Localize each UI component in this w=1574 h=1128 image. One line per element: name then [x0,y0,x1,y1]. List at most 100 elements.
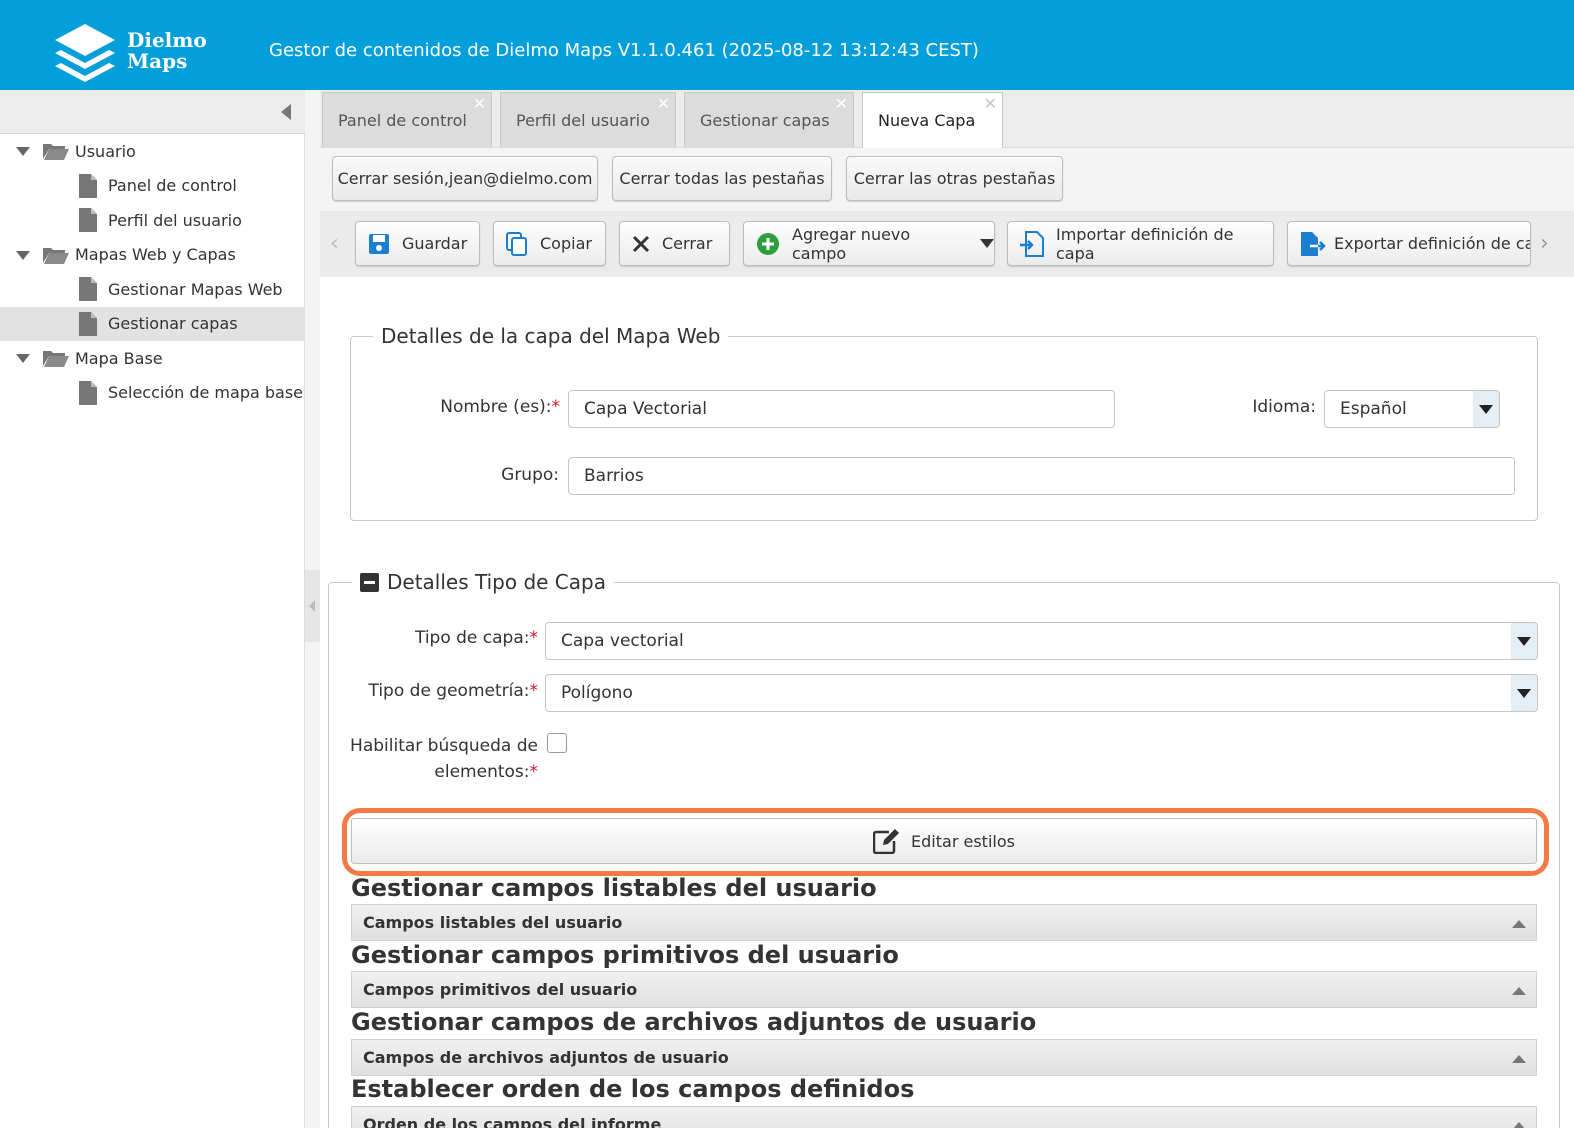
language-label: Idioma: [1252,397,1316,417]
tree-item-label: Perfil del usuario [108,210,242,230]
expand-arrow-icon[interactable] [16,354,30,363]
import-label: Importar definición de capa [1056,224,1234,263]
tree-item-label: Gestionar Mapas Web [108,279,283,299]
tab-label: Gestionar capas [700,111,830,130]
collapse-up-icon[interactable] [1512,1055,1526,1063]
section-title-attachment-fields: Gestionar campos de archivos adjuntos de… [351,1008,1037,1036]
folder-open-icon [43,247,69,264]
close-icon[interactable]: ✕ [657,96,670,112]
required-mark: * [551,397,561,417]
geometry-type-select[interactable]: Polígono [545,674,1512,712]
export-label: Exportar definición de capa [1334,234,1530,253]
tab-panel-de-control[interactable]: Panel de control ✕ [322,92,492,148]
enable-search-label: Habilitar búsqueda de elementos:* [340,733,538,785]
tree-folder-mapa-base[interactable]: Mapa Base [0,341,305,376]
name-label: Nombre (es):* [380,397,560,417]
grid-header-primitive-fields[interactable]: Campos primitivos del usuario [351,971,1537,1008]
tree-item-gestionar-capas[interactable]: Gestionar capas [0,306,305,341]
save-label: Guardar [402,234,468,253]
file-icon [79,208,97,232]
edit-styles-label: Editar estilos [911,831,1015,851]
save-icon [368,233,390,255]
copy-button[interactable]: Copiar [493,221,606,266]
tree-folder-mapas-web-y-capas[interactable]: Mapas Web y Capas [0,238,305,273]
enable-search-label-line1: Habilitar búsqueda de [350,736,538,756]
layer-type-dropdown-arrow-icon[interactable] [1511,622,1538,660]
grid-title: Campos listables del usuario [363,913,623,932]
geometry-type-label-text: Tipo de geometría: [368,681,530,701]
tree-folder-label: Usuario [75,141,136,161]
geometry-type-label: Tipo de geometría:* [340,681,538,701]
grid-header-listable-fields[interactable]: Campos listables del usuario [351,904,1537,941]
close-other-tabs-button[interactable]: Cerrar las otras pestañas [846,156,1063,201]
add-new-field-button[interactable]: Agregar nuevo campo [743,221,995,266]
tree-item-gestionar-mapas-web[interactable]: Gestionar Mapas Web [0,272,305,307]
section-title-listable-fields: Gestionar campos listables del usuario [351,874,877,902]
navigation-tree: Usuario Panel de control Perfil del usua… [0,134,305,410]
collapse-up-icon[interactable] [1512,920,1526,928]
enable-search-checkbox[interactable] [547,733,567,753]
collapse-up-icon[interactable] [1512,987,1526,995]
export-layer-definition-button[interactable]: Exportar definición de capa [1287,221,1531,266]
group-input[interactable]: Barrios [568,457,1515,495]
layer-type-legend: Detalles Tipo de Capa [352,570,614,594]
close-x-icon [632,235,650,253]
grid-header-field-order[interactable]: Orden de los campos del informe [351,1106,1537,1128]
layer-details-legend: Detalles de la capa del Mapa Web [373,324,729,348]
close-icon[interactable]: ✕ [473,96,486,112]
tree-item-label: Selección de mapa base [108,383,304,403]
tree-folder-usuario[interactable]: Usuario [0,134,305,169]
collapse-left-icon[interactable] [281,104,291,120]
import-layer-definition-button[interactable]: Importar definición de capa [1007,221,1274,266]
edit-styles-button[interactable]: Editar estilos [351,818,1537,864]
tree-item-panel-de-control[interactable]: Panel de control [0,169,305,204]
layer-type-select[interactable]: Capa vectorial [545,622,1512,660]
logo-line-2: Maps [127,49,188,73]
close-icon[interactable]: ✕ [984,96,997,112]
splitter-collapse-handle[interactable] [305,570,320,642]
language-dropdown-arrow-icon[interactable] [1473,390,1500,428]
expand-arrow-icon[interactable] [16,147,30,156]
close-icon[interactable]: ✕ [835,96,848,112]
import-file-icon [1020,230,1044,257]
file-icon [79,311,97,336]
save-button[interactable]: Guardar [355,221,480,266]
tab-perfil-del-usuario[interactable]: Perfil del usuario ✕ [500,92,676,148]
layer-name-input[interactable]: Capa Vectorial [568,390,1115,428]
app-title: Gestor de contenidos de Dielmo Maps V1.1… [269,40,979,61]
required-mark: * [529,681,539,701]
tab-gestionar-capas[interactable]: Gestionar capas ✕ [684,92,854,148]
sidebar-header [0,90,305,134]
required-mark: * [529,762,539,782]
tab-nueva-capa[interactable]: Nueva Capa ✕ [862,92,1003,148]
language-select[interactable]: Español [1324,390,1474,428]
expand-arrow-icon[interactable] [16,250,30,260]
section-title-field-order: Establecer orden de los campos definidos [351,1075,915,1103]
tab-label: Nueva Capa [878,111,976,130]
name-label-text: Nombre (es): [440,397,552,417]
grid-header-attachment-fields[interactable]: Campos de archivos adjuntos de usuario [351,1039,1537,1076]
logout-button[interactable]: Cerrar sesión,jean@dielmo.com [332,156,598,201]
copy-label: Copiar [540,234,592,253]
tab-label: Panel de control [338,111,467,130]
layer-type-legend-text: Detalles Tipo de Capa [387,570,606,594]
scroll-right-icon[interactable]: › [1540,231,1549,256]
tree-item-perfil-del-usuario[interactable]: Perfil del usuario [0,203,305,238]
grid-title: Orden de los campos del informe [363,1115,662,1128]
tree-folder-label: Mapas Web y Capas [75,245,236,265]
dropdown-arrow-icon[interactable] [980,239,994,248]
export-file-icon [1300,231,1326,257]
tree-item-label: Gestionar capas [108,314,238,334]
file-icon [79,173,97,198]
scroll-left-icon[interactable]: ‹ [330,231,339,256]
logo-text: Dielmo Maps [127,30,207,72]
edit-icon [873,829,900,854]
tree-item-seleccion-de-mapa-base[interactable]: Selección de mapa base [0,376,305,411]
collapse-minus-icon[interactable] [360,572,379,592]
dielmo-logo-icon [55,24,115,82]
close-all-tabs-button[interactable]: Cerrar todas las pestañas [612,156,832,201]
close-button[interactable]: Cerrar [619,221,730,266]
geometry-type-dropdown-arrow-icon[interactable] [1511,674,1538,712]
file-icon [79,380,97,405]
collapse-up-icon[interactable] [1512,1122,1526,1128]
